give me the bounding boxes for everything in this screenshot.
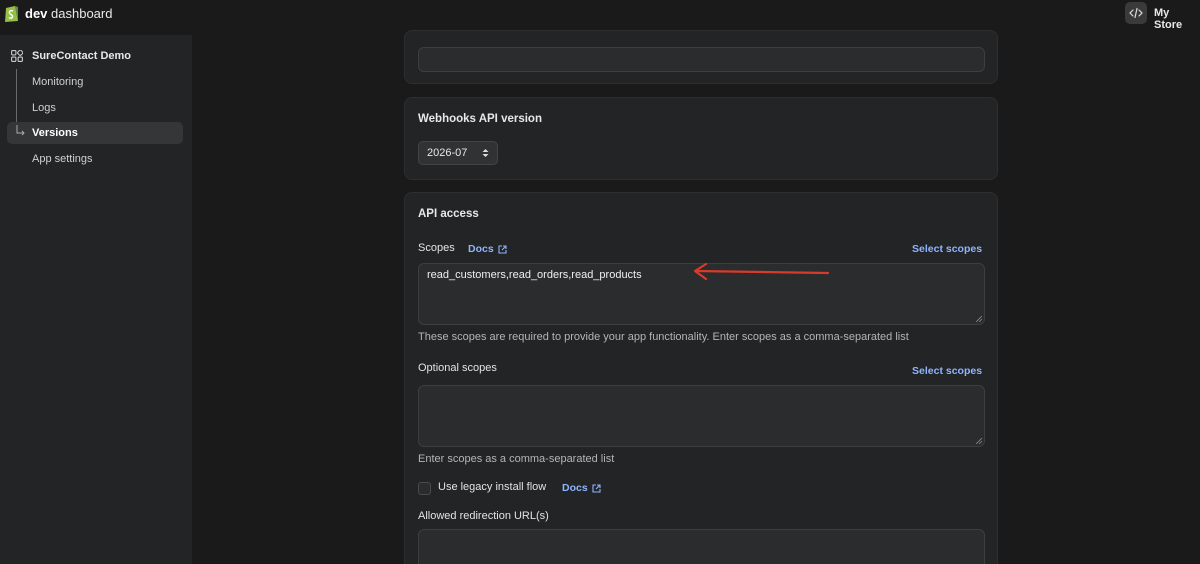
webhooks-api-card: Webhooks API version 2026-07 [404, 97, 998, 180]
app-title[interactable]: dev dashboard [25, 6, 112, 21]
annotation-arrow-icon [693, 262, 830, 281]
previous-setting-card [404, 30, 998, 84]
scopes-help-text: These scopes are required to provide you… [418, 331, 909, 343]
webhooks-api-version-value: 2026-07 [427, 147, 468, 159]
code-icon [1129, 7, 1143, 19]
scopes-docs-label: Docs [468, 243, 494, 255]
external-link-icon [592, 483, 601, 493]
select-scopes-link[interactable]: Select scopes [912, 243, 982, 255]
api-access-card: API access Scopes Docs Select scopes rea… [404, 192, 998, 564]
optional-select-scopes-link[interactable]: Select scopes [912, 365, 982, 377]
webhooks-api-title: Webhooks API version [418, 113, 542, 125]
resize-handle-icon[interactable] [976, 438, 982, 444]
previous-setting-input[interactable] [418, 47, 985, 72]
sidebar-item-label: Monitoring [32, 76, 84, 88]
sidebar-item-monitoring[interactable]: Monitoring [7, 71, 183, 93]
shopify-logo-icon [5, 6, 18, 22]
app-title-bold: dev [25, 6, 48, 21]
apps-icon [11, 50, 23, 62]
sidebar-item-versions[interactable]: Versions [7, 122, 183, 144]
redirect-urls-textarea[interactable] [418, 529, 985, 564]
scopes-docs-link[interactable]: Docs [468, 243, 507, 255]
redirect-urls-label: Allowed redirection URL(s) [418, 510, 549, 522]
scopes-label: Scopes [418, 242, 455, 254]
sidebar-item-label: App settings [32, 153, 93, 165]
legacy-install-checkbox[interactable] [418, 482, 431, 495]
external-link-icon [498, 244, 507, 254]
webhooks-api-version-select[interactable]: 2026-07 [418, 141, 498, 165]
sidebar-item-label: Logs [32, 102, 56, 114]
select-chevron-icon [482, 149, 489, 157]
optional-scopes-textarea[interactable] [418, 385, 985, 447]
sidebar-item-logs[interactable]: Logs [7, 97, 183, 119]
resize-handle-icon[interactable] [976, 316, 982, 322]
app-title-rest: dashboard [51, 6, 113, 21]
legacy-docs-label: Docs [562, 482, 588, 494]
sidebar-item-app-settings[interactable]: App settings [7, 148, 183, 170]
store-name[interactable]: My Store [1154, 7, 1200, 31]
sidebar: SureContact Demo Monitoring Logs Version… [0, 35, 192, 564]
legacy-install-label: Use legacy install flow [438, 481, 547, 493]
optional-scopes-label: Optional scopes [418, 362, 497, 374]
sidebar-app-header[interactable]: SureContact Demo [11, 48, 131, 64]
optional-scopes-help-text: Enter scopes as a comma-separated list [418, 453, 615, 465]
sidebar-app-name: SureContact Demo [32, 50, 132, 62]
legacy-docs-link[interactable]: Docs [562, 482, 601, 494]
sidebar-item-label: Versions [32, 127, 78, 139]
code-button[interactable] [1125, 2, 1147, 24]
tree-branch-arrow-icon [16, 125, 25, 136]
scopes-value: read_customers,read_orders,read_products [427, 269, 642, 281]
api-access-title: API access [418, 208, 479, 220]
